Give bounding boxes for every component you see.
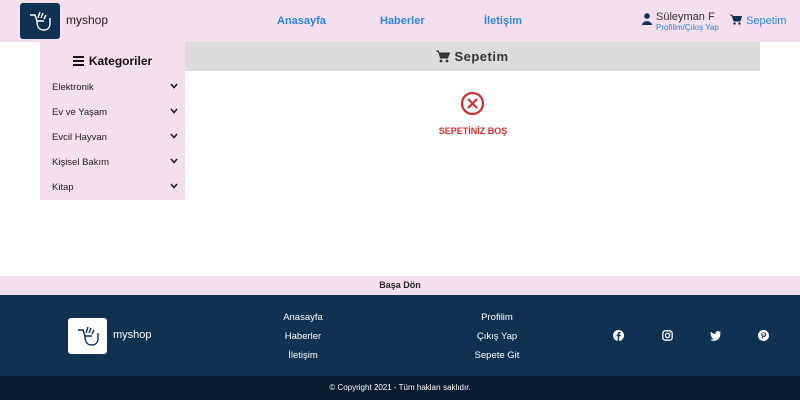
chevron-down-icon [170,158,178,164]
header: myshop Anasayfa Haberler İletişim Süleym… [0,0,800,42]
facebook-icon[interactable] [613,330,624,341]
sidebar-item-home-living[interactable]: Ev ve Yaşam [40,101,185,126]
chevron-down-icon [170,183,178,189]
category-sidebar: Kategoriler Elektronik Ev ve Yaşam Evcil… [40,42,185,200]
chevron-down-icon [170,108,178,114]
footer-link-home[interactable]: Anasayfa [258,312,348,323]
cart-icon [436,50,451,63]
footer-link-news[interactable]: Haberler [258,331,348,342]
sidebar-item-electronics[interactable]: Elektronik [40,76,185,101]
footer-link-profile[interactable]: Profilim [452,312,542,323]
user-name: Süleyman F [656,11,715,23]
sidebar-item-pets[interactable]: Evcil Hayvan [40,126,185,151]
page: myshop Anasayfa Haberler İletişim Süleym… [0,0,800,400]
footer-link-contact[interactable]: İletişim [258,350,348,361]
user-icon [642,13,652,25]
footer-brand-name[interactable]: myshop [113,329,152,341]
brand-name[interactable]: myshop [66,13,108,27]
menu-icon [72,56,84,66]
footer-link-logout[interactable]: Çıkış Yap [452,331,542,342]
logo[interactable] [20,3,60,39]
copyright-text: © Copyright 2021 - Tüm hakları saklıdır. [0,376,800,400]
nav-news[interactable]: Haberler [380,15,425,27]
shopping-hand-icon [77,326,99,346]
sidebar-item-label: Kitap [52,182,74,193]
page-title: Sepetim [185,49,760,64]
cart-icon[interactable] [730,14,742,25]
cart-title-bar: Sepetim [185,42,760,71]
sidebar-title-label: Kategoriler [88,54,153,68]
sidebar-item-label: Evcil Hayvan [52,132,107,143]
shopping-hand-icon [30,11,51,31]
footer-logo[interactable] [68,318,107,354]
footer-link-go-to-cart[interactable]: Sepete Git [452,350,542,361]
sidebar-item-label: Kişisel Bakım [52,157,110,168]
error-circle-icon [460,91,485,116]
chevron-down-icon [170,83,178,89]
pinterest-icon[interactable] [758,330,769,341]
twitter-icon[interactable] [710,330,721,341]
sidebar-item-personal-care[interactable]: Kişisel Bakım [40,151,185,176]
nav-contact[interactable]: İletişim [484,15,522,27]
nav-home[interactable]: Anasayfa [277,15,326,27]
back-to-top-button[interactable]: Başa Dön [0,276,800,295]
sidebar-title: Kategoriler [40,54,185,68]
empty-cart-message: SEPETİNİZ BOŞ [438,126,508,136]
sidebar-item-books[interactable]: Kitap [40,176,185,201]
instagram-icon[interactable] [662,330,673,341]
sidebar-item-label: Ev ve Yaşam [52,107,108,118]
cart-link[interactable]: Sepetim [746,15,786,27]
chevron-down-icon [170,133,178,139]
profile-logout-link[interactable]: Profilim/Çıkış Yap [656,23,719,32]
sidebar-item-label: Elektronik [52,82,94,93]
footer: myshop Anasayfa Haberler İletişim Profil… [0,295,800,376]
page-title-label: Sepetim [454,49,509,64]
